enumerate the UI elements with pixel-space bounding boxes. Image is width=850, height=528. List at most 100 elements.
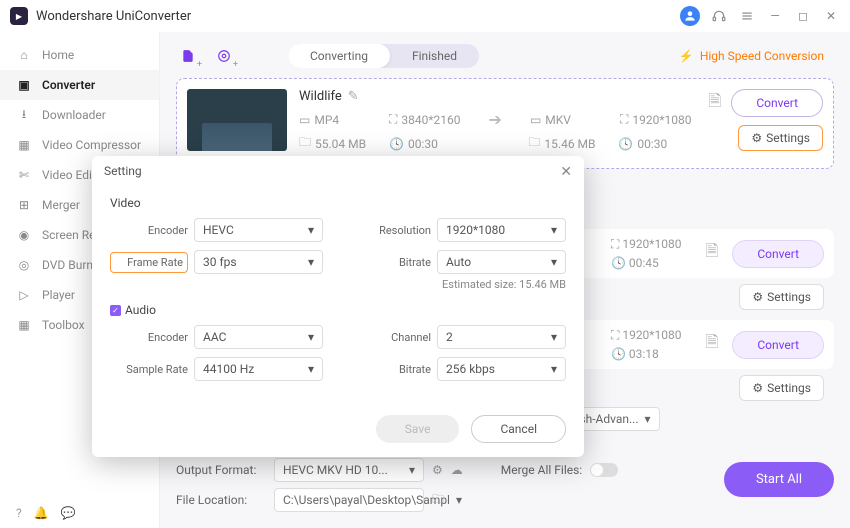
bell-icon[interactable]: 🔔 xyxy=(34,506,49,520)
file-location-select[interactable]: C:\Users\payal\Desktop\Sampl▾ xyxy=(274,488,424,512)
settings-button[interactable]: ⚙Settings xyxy=(738,125,823,151)
minimize-icon[interactable]: — xyxy=(766,7,784,25)
chevron-down-icon: ▾ xyxy=(308,362,314,376)
gear-icon[interactable]: ⚙ xyxy=(432,463,443,477)
bottom-bar: Output Format: HEVC MKV HD 10...▾ ⚙ ☁ Me… xyxy=(176,458,834,518)
sidebar-item-label: Merger xyxy=(42,198,80,212)
bitrate-label: Bitrate xyxy=(353,363,431,376)
add-file-button[interactable] xyxy=(176,44,200,68)
src-size: 🗀 55.04 MB xyxy=(299,133,369,154)
file-location-label: File Location: xyxy=(176,493,266,507)
src-resolution: ⛶ 3840*2160 xyxy=(389,110,461,129)
video-title: Wildlife xyxy=(299,89,342,104)
dst-size: 🗀 15.46 MB xyxy=(528,133,598,154)
high-speed-button[interactable]: ⚡ High Speed Conversion xyxy=(669,45,834,67)
cancel-button[interactable]: Cancel xyxy=(471,415,566,443)
audio-bitrate-select[interactable]: 256 kbps▾ xyxy=(437,357,566,381)
sidebar-item-label: Toolbox xyxy=(42,318,85,332)
audio-encoder-select[interactable]: AAC▾ xyxy=(194,325,323,349)
encoder-label: Encoder xyxy=(110,224,188,237)
settings-button[interactable]: ⚙Settings xyxy=(739,284,824,310)
chevron-down-icon: ▾ xyxy=(308,330,314,344)
home-icon: ⌂ xyxy=(16,47,32,63)
merge-toggle[interactable] xyxy=(590,463,618,477)
preset-icon[interactable]: 🗎 xyxy=(708,90,721,117)
app-logo-icon xyxy=(10,7,28,25)
close-icon[interactable]: ✕ xyxy=(822,7,840,25)
gear-icon: ⚙ xyxy=(751,131,762,145)
user-avatar-icon[interactable] xyxy=(680,6,700,26)
gear-icon: ⚙ xyxy=(752,290,763,304)
record-icon: ◉ xyxy=(16,227,32,243)
convert-button[interactable]: Convert xyxy=(732,331,824,359)
arrow-icon: ➔ xyxy=(489,110,502,129)
resolution-select[interactable]: 1920*1080▾ xyxy=(437,218,566,242)
edit-icon[interactable]: ✎ xyxy=(348,89,359,104)
sidebar-item-downloader[interactable]: ⭳Downloader xyxy=(0,100,159,130)
bolt-icon: ⚡ xyxy=(679,49,694,63)
add-disc-button[interactable] xyxy=(212,44,236,68)
merge-icon: ⊞ xyxy=(16,197,32,213)
disc-icon: ◎ xyxy=(16,257,32,273)
convert-button[interactable]: Convert xyxy=(731,89,823,117)
app-title: Wondershare UniConverter xyxy=(36,9,191,24)
high-speed-label: High Speed Conversion xyxy=(700,49,824,63)
video-thumbnail[interactable] xyxy=(187,89,287,151)
feedback-icon[interactable]: 💬 xyxy=(61,506,76,520)
merge-files-label: Merge All Files: xyxy=(501,463,582,477)
sidebar-item-label: Player xyxy=(42,288,75,302)
help-icon[interactable]: ? xyxy=(16,506,22,520)
dst-resolution: ⛶ 1920*1080 xyxy=(620,110,692,129)
estimated-size: Estimated size: 15.46 MB xyxy=(353,278,566,291)
cloud-icon[interactable]: ☁ xyxy=(451,463,463,477)
chevron-down-icon: ▾ xyxy=(409,463,415,477)
sidebar-item-home[interactable]: ⌂ Home xyxy=(0,40,159,70)
settings-button[interactable]: ⚙Settings xyxy=(739,375,824,401)
video-bitrate-select[interactable]: Auto▾ xyxy=(437,250,566,274)
framerate-select[interactable]: 30 fps▾ xyxy=(194,250,323,274)
download-icon: ⭳ xyxy=(16,107,32,123)
settings-modal: Setting ✕ Video EncoderHEVC▾ Frame Rate3… xyxy=(92,156,584,457)
folder-icon[interactable]: 🗀 xyxy=(432,490,444,511)
converter-icon: ▣ xyxy=(16,77,32,93)
samplerate-select[interactable]: 44100 Hz▾ xyxy=(194,357,323,381)
resolution-label: Resolution xyxy=(353,224,431,237)
chevron-down-icon: ▾ xyxy=(644,412,650,426)
save-button[interactable]: Save xyxy=(376,415,460,443)
src-format: ▭ MP4 xyxy=(299,110,369,129)
sidebar-item-label: Video Compressor xyxy=(42,138,141,152)
audio-checkbox[interactable]: ✓ xyxy=(110,305,121,316)
sidebar-item-label: Home xyxy=(42,48,74,62)
grid-icon: ▦ xyxy=(16,317,32,333)
gear-icon: ⚙ xyxy=(752,381,763,395)
preset-icon[interactable]: 🗎 xyxy=(705,240,718,267)
channel-select[interactable]: 2▾ xyxy=(437,325,566,349)
audio-section-label: Audio xyxy=(125,303,156,317)
headset-icon[interactable] xyxy=(710,7,728,25)
encoder-label: Encoder xyxy=(110,331,188,344)
video-encoder-select[interactable]: HEVC▾ xyxy=(194,218,323,242)
sidebar-item-converter[interactable]: ▣Converter xyxy=(0,70,159,100)
chevron-down-icon: ▾ xyxy=(551,330,557,344)
compress-icon: ▦ xyxy=(16,137,32,153)
maximize-icon[interactable]: ◻ xyxy=(794,7,812,25)
start-all-button[interactable]: Start All xyxy=(724,462,834,497)
dst-resolution: ⛶ 1920*1080 xyxy=(611,328,682,343)
output-format-select[interactable]: HEVC MKV HD 10...▾ xyxy=(274,458,424,482)
preset-icon[interactable]: 🗎 xyxy=(705,331,718,358)
output-format-label: Output Format: xyxy=(176,463,266,477)
chevron-down-icon: ▾ xyxy=(308,255,314,269)
tab-segment: Converting Finished xyxy=(288,44,479,68)
menu-icon[interactable] xyxy=(738,7,756,25)
tab-converting[interactable]: Converting xyxy=(288,44,390,68)
toolbar: Converting Finished ⚡ High Speed Conversi… xyxy=(176,44,834,68)
video-section-label: Video xyxy=(110,196,566,210)
dst-resolution: ⛶ 1920*1080 xyxy=(611,237,682,252)
src-duration: 🕓 00:30 xyxy=(389,133,459,154)
close-icon[interactable]: ✕ xyxy=(560,164,572,180)
tab-finished[interactable]: Finished xyxy=(390,44,479,68)
dst-duration: 🕓 00:30 xyxy=(618,133,688,154)
scissors-icon: ✄ xyxy=(16,167,32,183)
convert-button[interactable]: Convert xyxy=(732,240,824,268)
chevron-down-icon: ▾ xyxy=(551,223,557,237)
